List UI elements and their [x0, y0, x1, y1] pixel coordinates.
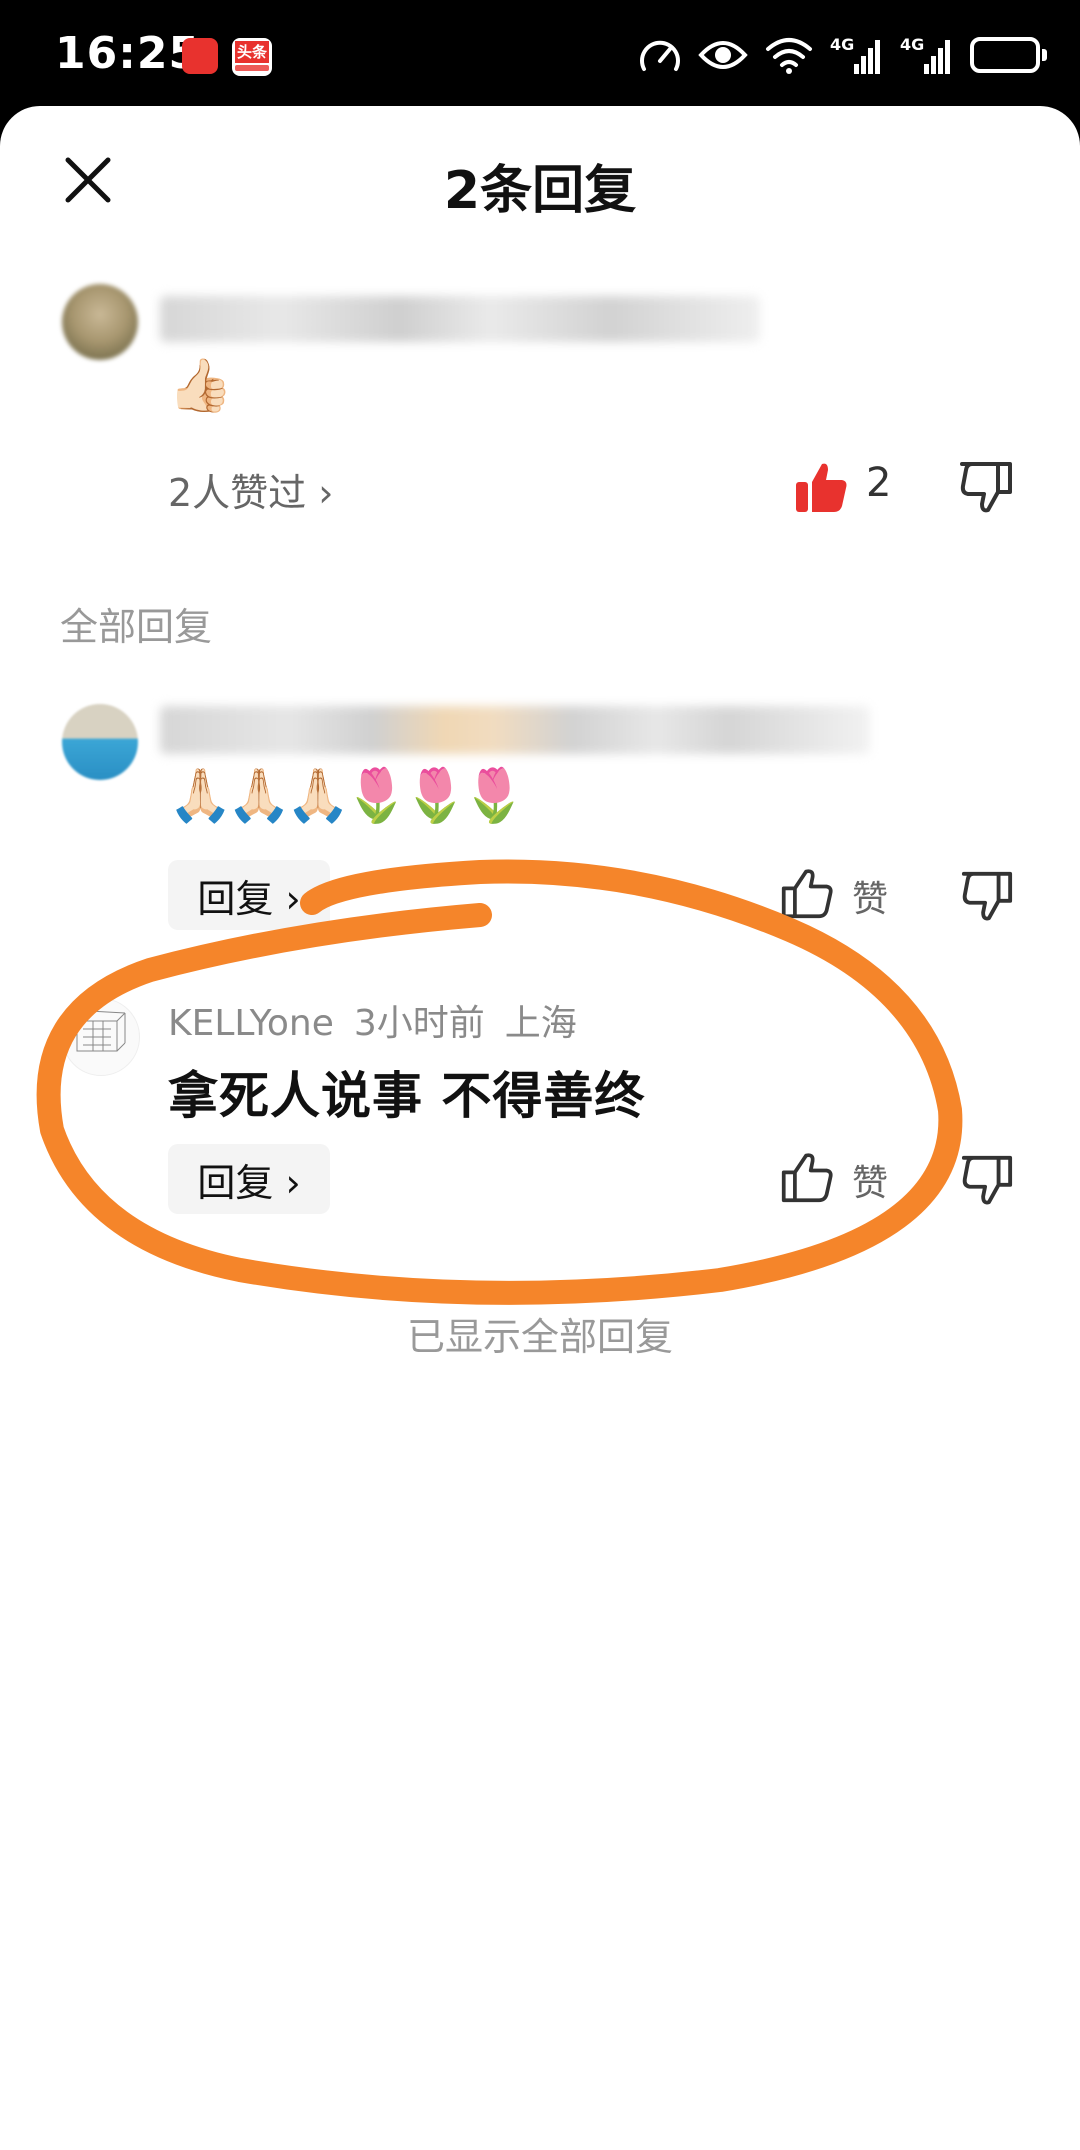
avatar[interactable]	[62, 998, 140, 1076]
status-bar: 16:25 头条 4G 4G 41	[0, 0, 1080, 110]
like-label[interactable]: 赞	[852, 870, 888, 922]
all-replies-shown-note: 已显示全部回复	[406, 1315, 673, 1359]
avatar[interactable]	[62, 704, 138, 780]
reply-button[interactable]: 回复 ›	[168, 860, 330, 930]
battery-indicator: 41	[970, 37, 1047, 73]
speedometer-icon	[640, 40, 680, 71]
replies-sheet: 2条回复 👍🏻 2人赞过 › 2 全部回复 🙏🏻🙏🏻🙏🏻🌷🌷🌷 回复 › 赞 K…	[0, 106, 1080, 2150]
svg-text:4G: 4G	[900, 35, 924, 54]
thumbs-down-icon[interactable]	[958, 458, 1014, 516]
thumbs-up-filled-icon[interactable]	[792, 458, 850, 516]
toutiao-app-icon: 头条	[232, 38, 272, 76]
username[interactable]: KELLYone	[168, 1003, 334, 1044]
status-time: 16:25	[55, 28, 201, 79]
reply-emoji: 🙏🏻🙏🏻🙏🏻🌷🌷🌷	[168, 766, 526, 826]
wifi-icon	[766, 38, 812, 74]
timestamp: 3小时前	[353, 1003, 485, 1044]
like-label[interactable]: 赞	[852, 1154, 888, 1206]
sheet-title: 2条回复	[443, 161, 637, 221]
thumbs-up-icon[interactable]	[780, 866, 834, 920]
blurred-username	[160, 296, 760, 342]
eye-icon	[698, 41, 748, 69]
thumbs-down-icon[interactable]	[960, 1152, 1014, 1208]
signal-4g-icon: 4G	[830, 35, 880, 74]
avatar[interactable]	[62, 284, 138, 360]
signal-4g-icon-2: 4G	[900, 35, 950, 74]
thumbs-up-icon[interactable]	[780, 1150, 834, 1204]
likers-link[interactable]: 2人赞过 ›	[168, 462, 333, 517]
thumbs-down-icon[interactable]	[960, 868, 1014, 924]
battery-level-text: 41	[986, 41, 1024, 71]
comment-emoji: 👍🏻	[168, 356, 233, 416]
reply-text: 拿死人说事 不得善终	[168, 1067, 646, 1125]
like-count: 2	[866, 460, 892, 506]
svg-text:4G: 4G	[830, 35, 854, 54]
section-label: 全部回复	[60, 605, 213, 649]
location: 上海	[504, 1003, 577, 1044]
reply-meta: KELLYone 3小时前 上海	[168, 994, 597, 1046]
toutiao-badge-text: 头条	[235, 41, 269, 63]
huawei-app-icon	[182, 38, 218, 74]
reply-button[interactable]: 回复 ›	[168, 1144, 330, 1214]
blurred-username	[160, 706, 870, 754]
